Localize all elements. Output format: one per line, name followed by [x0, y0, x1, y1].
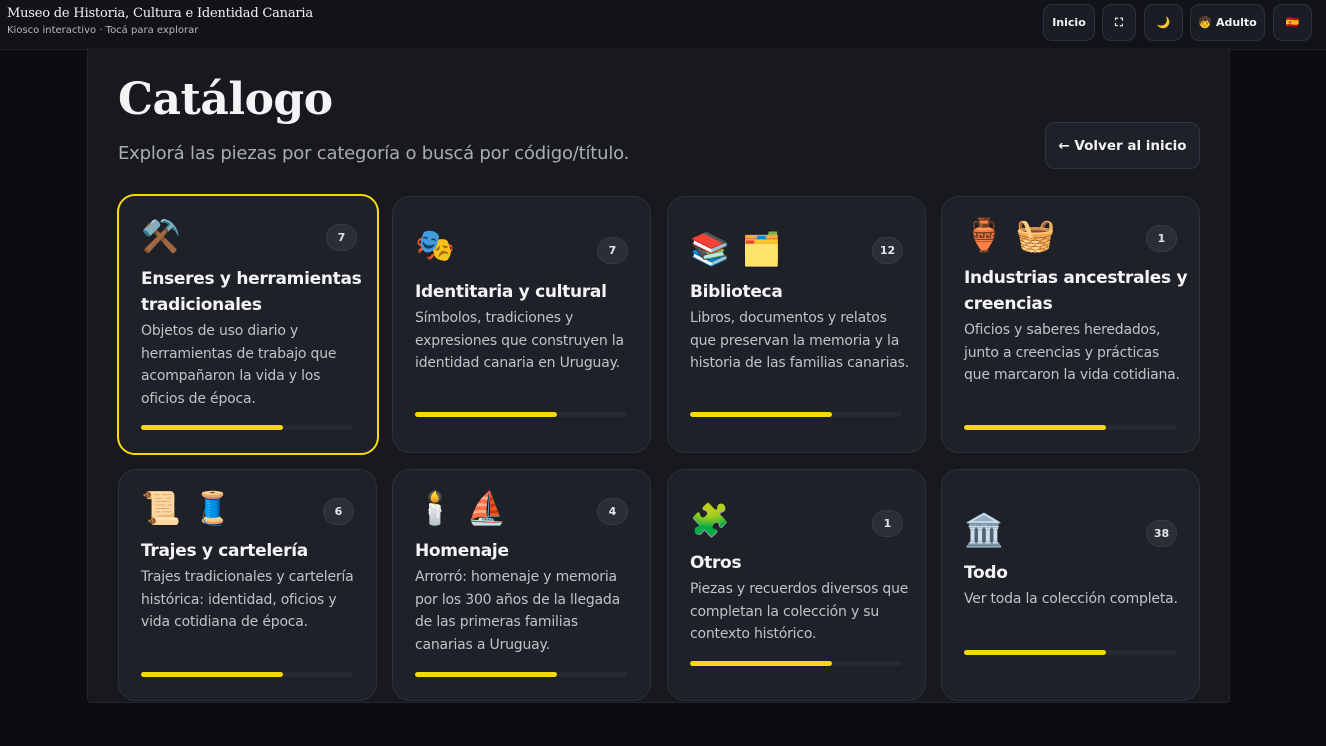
category-title: Homenaje	[415, 541, 509, 561]
candle-icon: 🕯️	[415, 489, 455, 527]
count-badge: 6	[323, 498, 354, 525]
top-bar: Museo de Historia, Cultura e Identidad C…	[0, 0, 1326, 50]
progress-fill	[964, 650, 1107, 655]
museum-title: Museo de Historia, Cultura e Identidad C…	[7, 6, 313, 21]
category-title: Todo	[964, 563, 1008, 583]
progress-track	[690, 412, 902, 417]
kiosk-subtitle: Kiosco interactivo · Tocá para explorar	[7, 25, 199, 36]
spain-flag-icon: 🇪🇸	[1285, 16, 1300, 29]
basket-icon: 🧺	[1015, 216, 1056, 254]
category-description: Piezas y recuerdos diversos que completa…	[690, 581, 909, 642]
category-description: Objetos de uso diario y herramientas de …	[141, 323, 337, 407]
count-badge: 4	[597, 498, 628, 525]
category-icons: 🕯️ ⛵	[415, 492, 507, 524]
profile-button-label: Adulto	[1215, 16, 1257, 29]
sailboat-icon: ⛵	[466, 489, 507, 527]
progress-fill	[690, 412, 833, 417]
count-badge: 7	[326, 224, 357, 251]
category-icons: 🏛️	[964, 514, 1004, 546]
category-title: Trajes y cartelería	[141, 541, 308, 561]
count-badge: 38	[1146, 520, 1177, 547]
category-card-homenaje[interactable]: 🕯️ ⛵ 4 Homenaje Arrorró: homenaje y memoria …	[392, 469, 651, 701]
progress-track	[415, 672, 627, 677]
category-description: Ver toda la colección completa.	[964, 591, 1178, 607]
progress-fill	[964, 425, 1107, 430]
moon-icon: 🌙	[1156, 16, 1171, 29]
category-title: Otros	[690, 553, 742, 573]
museum-building-icon: 🏛️	[964, 511, 1004, 549]
amphora-icon: 🏺	[964, 216, 1004, 254]
progress-fill	[415, 672, 558, 677]
category-description: Libros, documentos y relatos que preserv…	[690, 310, 909, 371]
category-card-todo[interactable]: 🏛️ 38 Todo Ver toda la colección completa.	[941, 469, 1200, 701]
progress-track	[141, 672, 353, 677]
category-title: Enseres y herramientas tradicionales	[141, 269, 362, 315]
puzzle-icon: 🧩	[690, 501, 730, 539]
scroll-icon: 📜	[141, 489, 181, 527]
category-description: Arrorró: homenaje y memoria por los 300 …	[415, 569, 620, 653]
page-title: Catálogo	[118, 74, 333, 125]
back-to-home-button[interactable]: ← Volver al inicio	[1045, 122, 1200, 169]
progress-fill	[690, 661, 833, 666]
category-card-identitaria-y-cultural[interactable]: 🎭 7 Identitaria y cultural Símbolos, tradic…	[392, 196, 651, 453]
profile-button[interactable]: 🧒 Adulto	[1190, 4, 1265, 41]
child-icon: 🧒	[1198, 16, 1212, 29]
theater-masks-icon: 🎭	[415, 226, 455, 264]
category-description: Oficios y saberes heredados, junto a cre…	[964, 322, 1180, 383]
books-icon: 📚	[690, 230, 730, 268]
category-card-otros[interactable]: 🧩 1 Otros Piezas y recuerdos diversos que c…	[667, 469, 926, 701]
progress-fill	[141, 672, 284, 677]
category-description: Símbolos, tradiciones y expresiones que …	[415, 310, 624, 371]
category-title: Identitaria y cultural	[415, 282, 607, 302]
home-button-label: Inicio	[1052, 16, 1086, 29]
language-button[interactable]: 🇪🇸	[1273, 4, 1312, 41]
brand: Museo de Historia, Cultura e Identidad C…	[7, 6, 313, 36]
home-button[interactable]: Inicio	[1043, 4, 1095, 41]
category-title: Biblioteca	[690, 282, 783, 302]
page-subtitle: Explorá las piezas por categoría o buscá…	[118, 143, 630, 164]
count-badge: 12	[872, 237, 903, 264]
fullscreen-button[interactable]: ⛶	[1102, 4, 1136, 41]
progress-track	[690, 661, 902, 666]
progress-track	[964, 425, 1176, 430]
count-badge: 1	[872, 510, 903, 537]
category-card-enseres-y-herramientas-tradicionales[interactable]: ⚒️ 7 Enseres y herramientas tradicionales O…	[117, 194, 379, 455]
theme-toggle-button[interactable]: 🌙	[1144, 4, 1183, 41]
category-description: Trajes tradicionales y cartelería histór…	[141, 569, 354, 630]
category-card-industrias-ancestrales-y-creencias[interactable]: 🏺 🧺 1 Industrias ancestrales y creencias Ofi…	[941, 196, 1200, 453]
progress-track	[141, 425, 353, 430]
category-icons: 🧩	[690, 504, 730, 536]
progress-track	[964, 650, 1176, 655]
category-icons: 📚 🗂️	[690, 233, 782, 265]
progress-fill	[415, 412, 558, 417]
count-badge: 7	[597, 237, 628, 264]
category-card-trajes-y-carteleria[interactable]: 📜 🧵 6 Trajes y cartelería Trajes tradicional…	[118, 469, 377, 701]
progress-track	[415, 412, 627, 417]
thread-spool-icon: 🧵	[192, 489, 233, 527]
progress-fill	[141, 425, 284, 430]
category-icons: 🎭	[415, 229, 455, 261]
count-badge: 1	[1146, 225, 1177, 252]
hammer-pick-icon: ⚒️	[141, 217, 181, 255]
fullscreen-icon: ⛶	[1115, 15, 1123, 29]
category-title: Industrias ancestrales y creencias	[964, 268, 1188, 314]
folder-icon: 🗂️	[741, 230, 782, 268]
category-icons: ⚒️	[141, 220, 181, 252]
category-card-biblioteca[interactable]: 📚 🗂️ 12 Biblioteca Libros, documentos y rela…	[667, 196, 926, 453]
category-icons: 📜 🧵	[141, 492, 233, 524]
category-icons: 🏺 🧺	[964, 219, 1056, 251]
